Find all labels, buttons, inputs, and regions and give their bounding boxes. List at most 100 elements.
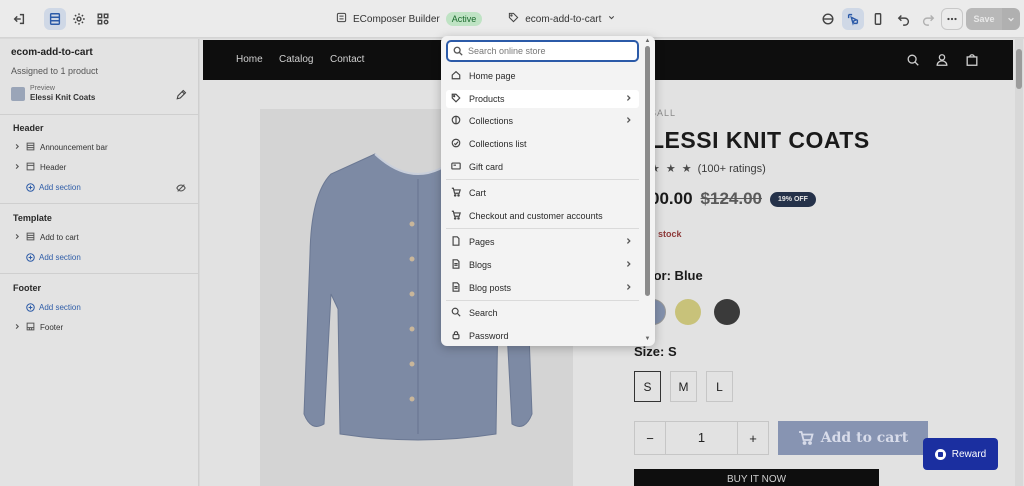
menu-item-checkout[interactable]: Checkout and customer accounts <box>446 207 639 225</box>
sidebar: ecom-add-to-cart Assigned to 1 product P… <box>0 39 199 486</box>
sidebar-item-label: Header <box>40 162 67 172</box>
cart-icon <box>798 431 814 445</box>
menu-item-pages[interactable]: Pages <box>446 233 639 251</box>
sections-icon[interactable] <box>44 8 66 30</box>
size-option-m[interactable]: M <box>670 371 697 402</box>
quantity-stepper[interactable]: − 1 + <box>634 421 769 455</box>
menu-item-label: Gift card <box>469 162 504 172</box>
canvas-scrollbar[interactable] <box>1015 39 1023 486</box>
size-option-l[interactable]: L <box>706 371 733 402</box>
add-section-label: Add section <box>39 252 81 262</box>
sidebar-item-footer[interactable]: Footer <box>14 320 63 334</box>
nav-link-home[interactable]: Home <box>236 54 263 65</box>
exit-icon[interactable] <box>8 8 30 30</box>
qty-value[interactable]: 1 <box>665 422 738 454</box>
chevron-right-icon <box>625 94 633 104</box>
chevron-right-icon[interactable] <box>14 323 21 332</box>
search-icon[interactable] <box>906 53 920 67</box>
menu-item-password[interactable]: Password <box>446 327 639 345</box>
menu-item-search[interactable]: Search <box>446 304 639 322</box>
redo-icon[interactable] <box>917 8 939 30</box>
add-section-label: Add section <box>39 182 81 192</box>
menu-item-blogs[interactable]: Blogs <box>446 256 639 274</box>
theme-icon[interactable] <box>817 8 839 30</box>
mobile-icon[interactable] <box>867 8 889 30</box>
size-option-s[interactable]: S <box>634 371 661 402</box>
nav-link-catalog[interactable]: Catalog <box>279 54 313 65</box>
sidebar-item-header[interactable]: Header <box>14 160 66 174</box>
nav-link-contact[interactable]: Contact <box>330 54 364 65</box>
undo-icon[interactable] <box>893 8 915 30</box>
menu-item-collections[interactable]: Collections <box>446 112 639 130</box>
select-element-icon[interactable] <box>842 8 864 30</box>
reward-button[interactable]: Reward <box>923 438 998 470</box>
collection-list-icon <box>451 138 461 150</box>
menu-item-blog-posts[interactable]: Blog posts <box>446 279 639 297</box>
tag-icon <box>451 93 461 105</box>
app-name: EComposer Builder <box>353 13 440 25</box>
swatch-yellow[interactable] <box>675 299 701 325</box>
scroll-up-icon[interactable]: ▲ <box>644 38 651 44</box>
menu-item-products[interactable]: Products <box>446 90 639 108</box>
qty-minus-button[interactable]: − <box>635 431 665 446</box>
menu-item-home-page[interactable]: Home page <box>446 67 639 85</box>
chevron-right-icon <box>625 260 633 270</box>
pencil-icon[interactable] <box>175 88 187 100</box>
compare-price: $124.00 <box>700 189 762 208</box>
page-selector[interactable]: ecom-add-to-cart <box>525 14 601 25</box>
divider <box>0 203 199 204</box>
add-section-button-template[interactable]: Add section <box>26 250 81 264</box>
preview-product[interactable]: Preview Elessi Knit Coats <box>11 84 95 103</box>
menu-item-label: Blogs <box>469 260 492 270</box>
divider <box>0 114 199 115</box>
add-section-button-footer[interactable]: Add section <box>26 300 81 314</box>
apps-icon[interactable] <box>92 8 114 30</box>
menu-item-label: Collections list <box>469 139 527 149</box>
more-icon[interactable] <box>941 8 963 30</box>
gear-icon[interactable] <box>68 8 90 30</box>
chevron-right-icon[interactable] <box>14 143 21 152</box>
blog-icon <box>451 259 461 271</box>
menu-item-collections-list[interactable]: Collections list <box>446 135 639 153</box>
chevron-down-icon[interactable] <box>607 13 616 25</box>
chevron-right-icon[interactable] <box>14 163 21 172</box>
cart-icon <box>451 187 461 199</box>
dropdown-scrollbar-thumb[interactable] <box>645 46 650 296</box>
canvas-scrollbar-thumb[interactable] <box>1016 49 1022 89</box>
save-options-button[interactable] <box>1002 8 1020 30</box>
page-type-dropdown: Home page Products Collections Collectio… <box>441 36 655 346</box>
scroll-down-icon[interactable]: ▼ <box>644 336 651 342</box>
qty-plus-button[interactable]: + <box>738 431 768 446</box>
menu-item-gift-card[interactable]: Gift card <box>446 158 639 176</box>
eye-off-icon[interactable] <box>176 180 186 198</box>
blog-post-icon <box>451 282 461 294</box>
product-thumbnail <box>11 86 25 101</box>
sidebar-item-add-to-cart[interactable]: Add to cart <box>14 230 79 244</box>
menu-item-cart[interactable]: Cart <box>446 184 639 202</box>
search-input[interactable] <box>468 46 628 56</box>
sidebar-item-label: Add to cart <box>40 232 79 242</box>
section-icon <box>26 322 35 333</box>
search-field[interactable] <box>446 40 639 62</box>
buy-now-button[interactable]: BUY IT NOW <box>634 469 879 486</box>
swatch-black[interactable] <box>714 299 740 325</box>
add-section-button-header[interactable]: Add section <box>26 180 81 194</box>
top-bar: EComposer Builder Active ecom-add-to-car… <box>0 0 1024 38</box>
chevron-right-icon <box>625 283 633 293</box>
menu-item-label: Blog posts <box>469 283 512 293</box>
chevron-right-icon[interactable] <box>14 233 21 242</box>
account-icon[interactable] <box>935 53 949 67</box>
builder-logo-icon <box>336 12 347 26</box>
discount-badge: 19% OFF <box>770 191 816 207</box>
plus-circle-icon <box>26 302 35 312</box>
gift-card-icon <box>451 161 461 173</box>
bag-icon[interactable] <box>965 53 979 67</box>
product-rating: ★ ★ ★ (100+ ratings) <box>650 162 766 176</box>
add-to-cart-button[interactable]: Add to cart <box>778 421 928 455</box>
sidebar-item-announcement-bar[interactable]: Announcement bar <box>14 140 108 154</box>
save-button[interactable]: Save <box>966 8 1002 30</box>
menu-divider <box>446 300 639 301</box>
reward-label: Reward <box>951 448 987 460</box>
menu-item-label: Home page <box>469 71 516 81</box>
add-to-cart-label: Add to cart <box>820 430 909 446</box>
